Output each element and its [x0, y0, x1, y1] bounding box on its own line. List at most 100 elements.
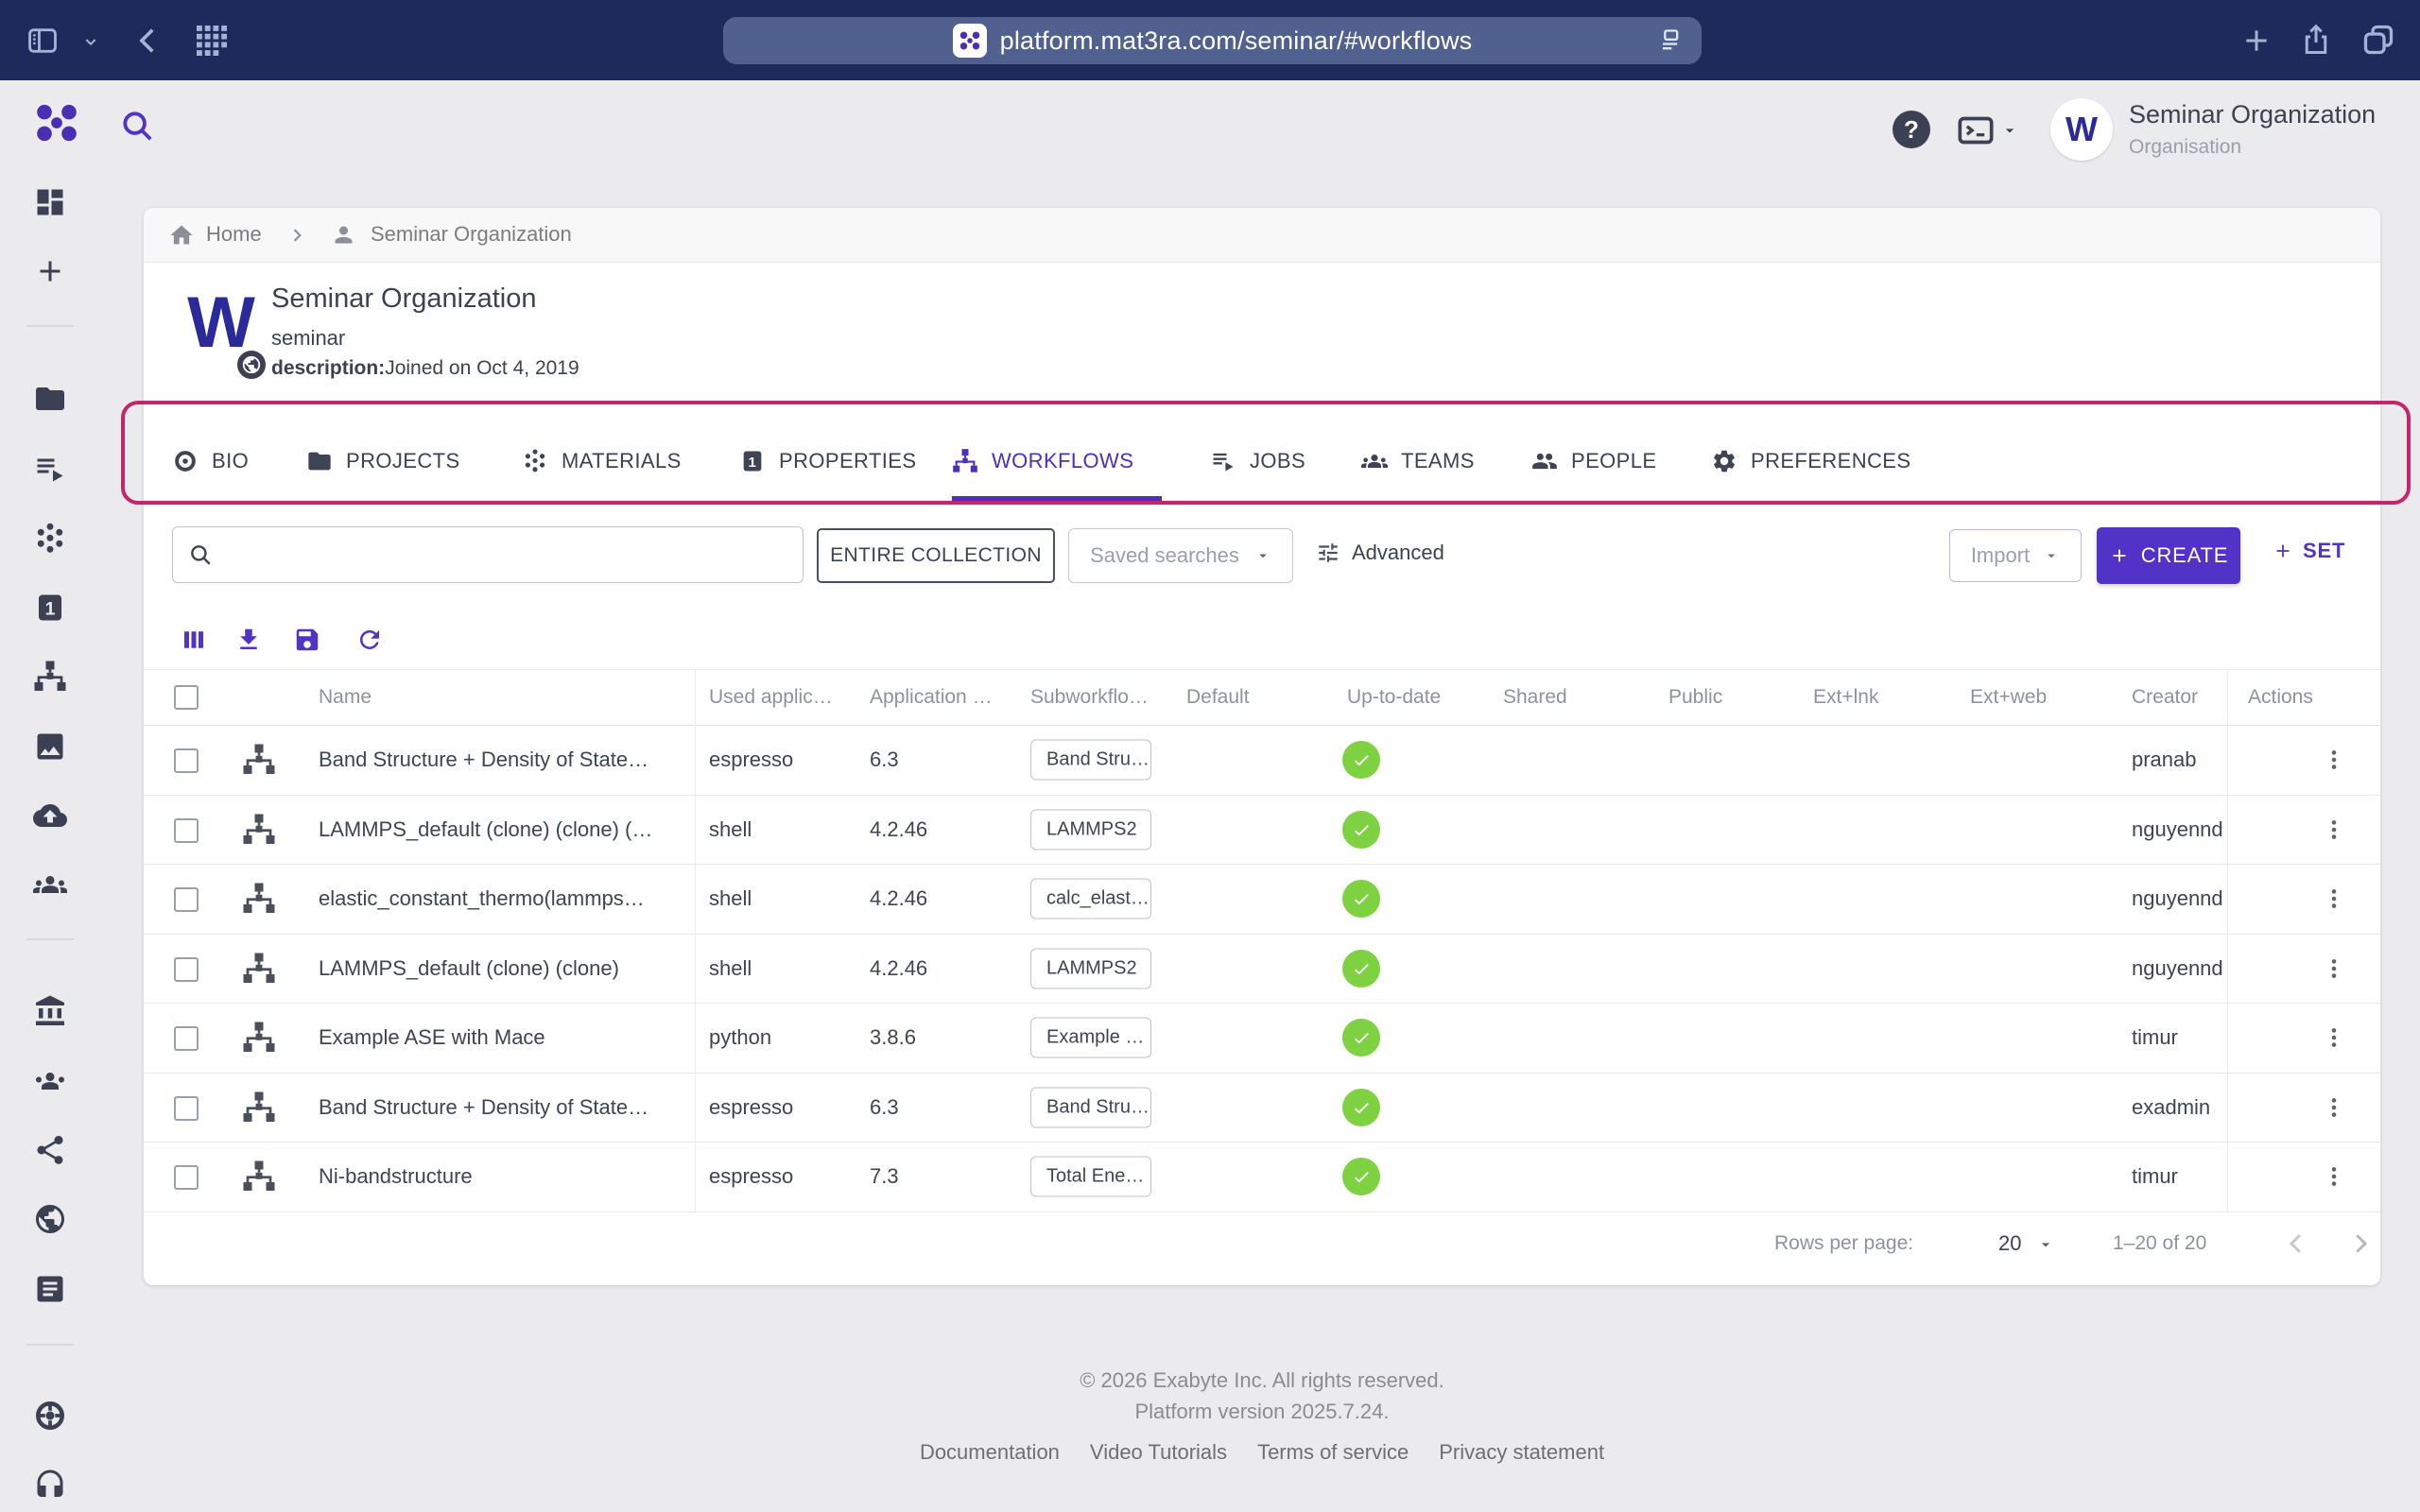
col-ext-lnk[interactable]: Ext+lnk — [1813, 686, 1878, 709]
sidebar-upload-icon[interactable] — [33, 799, 67, 833]
tabs-overview-icon[interactable] — [2361, 23, 2395, 57]
subworkflow-chip[interactable]: LAMMPS2 — [1030, 948, 1151, 988]
workflow-name[interactable]: elastic_constant_thermo(lammps… — [319, 886, 645, 911]
footer-link-video-tutorials[interactable]: Video Tutorials — [1090, 1440, 1227, 1465]
sidebar-media-icon[interactable] — [33, 730, 67, 764]
row-actions-button[interactable] — [2318, 953, 2350, 985]
sidebar-materials-icon[interactable] — [33, 522, 67, 556]
chevron-down-icon[interactable] — [83, 34, 98, 49]
breadcrumb-home[interactable]: Home — [206, 222, 262, 247]
row-actions-button[interactable] — [2318, 1091, 2350, 1124]
row-checkbox[interactable] — [174, 1096, 199, 1121]
subworkflow-chip[interactable]: LAMMPS2 — [1030, 809, 1151, 850]
rows-per-page-value[interactable]: 20 — [1998, 1231, 2021, 1256]
footer-link-terms[interactable]: Terms of service — [1257, 1440, 1409, 1465]
sidebar-helm-icon[interactable] — [33, 1399, 67, 1433]
footer-link-documentation[interactable]: Documentation — [920, 1440, 1060, 1465]
sidebar-projects-icon[interactable] — [33, 382, 67, 416]
sidebar-web-icon[interactable] — [33, 1202, 67, 1236]
columns-icon[interactable] — [180, 626, 208, 654]
workflow-name[interactable]: Example ASE with Mace — [319, 1025, 545, 1050]
back-icon[interactable] — [132, 25, 164, 57]
sidebar-properties-icon[interactable]: 1 — [33, 591, 67, 625]
sidebar-resources-icon[interactable] — [33, 1272, 67, 1306]
row-actions-button[interactable] — [2318, 1160, 2350, 1193]
row-checkbox[interactable] — [174, 957, 199, 982]
subworkflow-chip[interactable]: calc_elast… — [1030, 879, 1151, 919]
row-checkbox[interactable] — [174, 818, 199, 843]
reader-mode-icon[interactable] — [1656, 27, 1683, 54]
tab-teams[interactable]: TEAMS — [1361, 421, 1475, 501]
workflow-name[interactable]: LAMMPS_default (clone) (clone) (… — [319, 817, 652, 842]
set-button[interactable]: SET — [2273, 539, 2345, 563]
advanced-filter-toggle[interactable]: Advanced — [1316, 541, 1444, 565]
row-checkbox[interactable] — [174, 887, 199, 912]
row-checkbox[interactable] — [174, 1026, 199, 1051]
row-actions-button[interactable] — [2318, 883, 2350, 915]
tab-properties[interactable]: 1 PROPERTIES — [739, 421, 916, 501]
subworkflow-chip[interactable]: Example … — [1030, 1018, 1151, 1058]
footer-link-privacy[interactable]: Privacy statement — [1439, 1440, 1604, 1465]
col-shared[interactable]: Shared — [1503, 686, 1567, 709]
row-actions-button[interactable] — [2318, 744, 2350, 776]
caret-down-icon[interactable] — [2036, 1235, 2055, 1254]
org-avatar[interactable]: W — [2050, 98, 2113, 161]
col-public[interactable]: Public — [1668, 686, 1722, 709]
mat3ra-logo[interactable] — [32, 98, 81, 147]
tab-workflows[interactable]: WORKFLOWS — [952, 421, 1133, 501]
search-icon[interactable] — [119, 108, 155, 144]
select-all-checkbox[interactable] — [174, 685, 199, 710]
subworkflow-chip[interactable]: Total Ene… — [1030, 1157, 1151, 1197]
sidebar-organization-icon[interactable] — [33, 994, 67, 1028]
tab-bio[interactable]: BIO — [172, 421, 249, 501]
workflow-name[interactable]: LAMMPS_default (clone) (clone) — [319, 956, 619, 981]
grid-icon[interactable] — [197, 26, 227, 56]
sidebar-jobs-icon[interactable] — [33, 452, 67, 486]
new-tab-icon[interactable] — [2241, 26, 2272, 56]
row-actions-button[interactable] — [2318, 1022, 2350, 1054]
search-input[interactable] — [222, 527, 803, 582]
workflow-name[interactable]: Ni-bandstructure — [319, 1164, 473, 1189]
workflow-name[interactable]: Band Structure + Density of State… — [319, 747, 648, 772]
col-application-version[interactable]: Application … — [870, 686, 993, 709]
save-icon[interactable] — [293, 626, 321, 654]
row-checkbox[interactable] — [174, 1165, 199, 1190]
next-page-button[interactable] — [2346, 1229, 2375, 1258]
row-actions-button[interactable] — [2318, 814, 2350, 846]
col-used-application[interactable]: Used applic… — [709, 686, 833, 709]
tab-projects[interactable]: PROJECTS — [306, 421, 460, 501]
col-up-to-date[interactable]: Up-to-date — [1347, 686, 1441, 709]
workflow-name[interactable]: Band Structure + Density of State… — [319, 1095, 648, 1120]
console-button[interactable] — [1955, 112, 2019, 149]
saved-searches-dropdown[interactable]: Saved searches — [1068, 528, 1293, 583]
row-checkbox[interactable] — [174, 748, 199, 773]
create-button[interactable]: CREATE — [2097, 527, 2240, 584]
import-dropdown[interactable]: Import — [1949, 529, 2082, 582]
sidebar-share-icon[interactable] — [33, 1133, 67, 1167]
entire-collection-button[interactable]: ENTIRE COLLECTION — [817, 528, 1055, 583]
sidebar-teams-icon[interactable] — [33, 1064, 67, 1098]
subworkflow-chip[interactable]: Band Stru… — [1030, 740, 1151, 781]
share-icon[interactable] — [2299, 23, 2333, 57]
sidebar-add-icon[interactable] — [33, 254, 67, 288]
sidebar-people-icon[interactable] — [33, 868, 67, 902]
tab-people[interactable]: PEOPLE — [1531, 421, 1656, 501]
previous-page-button[interactable] — [2282, 1229, 2310, 1258]
sidebar-workflows-icon[interactable] — [33, 660, 67, 694]
download-icon[interactable] — [234, 626, 263, 654]
tab-materials[interactable]: MATERIALS — [522, 421, 682, 501]
col-ext-web[interactable]: Ext+web — [1970, 686, 2047, 709]
help-button[interactable]: ? — [1893, 111, 1930, 148]
sidebar-dashboard-icon[interactable] — [33, 185, 67, 219]
sidebar-support-icon[interactable] — [33, 1469, 67, 1503]
sidebar-toggle-icon[interactable] — [26, 25, 59, 57]
col-subworkflows[interactable]: Subworkflo… — [1030, 686, 1149, 709]
home-icon[interactable] — [168, 222, 195, 249]
col-name[interactable]: Name — [319, 686, 372, 709]
tab-preferences[interactable]: PREFERENCES — [1711, 421, 1910, 501]
address-bar[interactable]: platform.mat3ra.com/seminar/#workflows — [723, 17, 1702, 64]
refresh-icon[interactable] — [355, 626, 384, 654]
tab-jobs[interactable]: JOBS — [1210, 421, 1305, 501]
col-creator[interactable]: Creator — [2132, 686, 2198, 709]
col-default[interactable]: Default — [1186, 686, 1250, 709]
